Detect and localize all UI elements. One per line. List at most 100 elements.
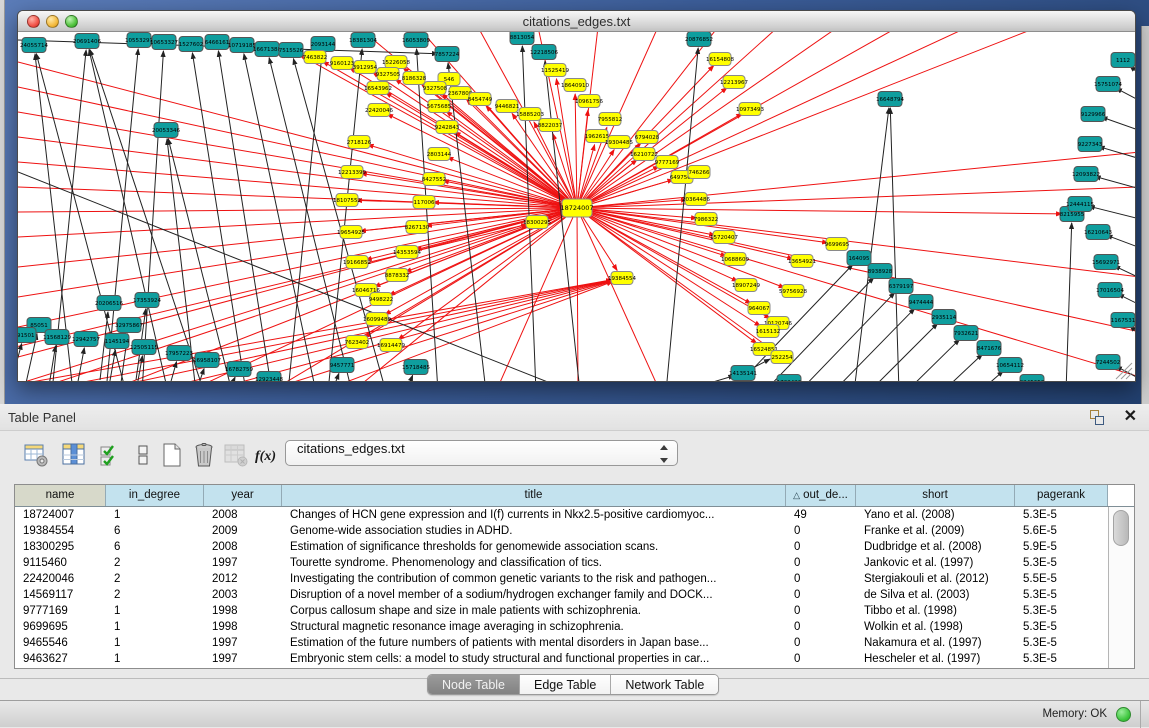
graph-node[interactable]: 16210643	[1084, 225, 1112, 240]
graph-node[interactable]: 2935114	[932, 310, 957, 325]
graph-node[interactable]: 12444115	[1066, 197, 1094, 212]
table-row[interactable]: 946362711997Embryonic stem cells: a mode…	[15, 651, 1134, 667]
table-row[interactable]: 977716911998Corpus callosum shape and si…	[15, 603, 1134, 619]
graph-node[interactable]: 12505115	[130, 340, 158, 355]
graph-node[interactable]: 19166852	[343, 256, 371, 269]
graph-node[interactable]: 164095	[847, 251, 871, 266]
graph-node[interactable]: 8454749	[468, 93, 493, 106]
delete-table-icon[interactable]	[190, 441, 218, 469]
graph-node[interactable]: 20876852	[685, 32, 713, 47]
graph-node[interactable]: 16648794	[876, 92, 904, 107]
graph-node[interactable]: 8427552	[422, 173, 447, 186]
graph-node[interactable]: 16958107	[193, 353, 221, 368]
graph-node[interactable]: 11568129	[43, 330, 71, 345]
graph-node[interactable]: 17016504	[1096, 283, 1124, 298]
graph-node[interactable]: 16099489	[363, 313, 391, 326]
graph-node[interactable]: 19304485	[605, 136, 633, 149]
new-table-icon[interactable]	[158, 441, 186, 469]
graph-node[interactable]: 12923448	[255, 372, 283, 382]
graph-node[interactable]: 9327505	[376, 68, 401, 81]
graph-node[interactable]: 7244502	[1096, 355, 1121, 370]
graph-node[interactable]: 8822037	[538, 119, 563, 132]
table-row[interactable]: 2242004622012Investigating the contribut…	[15, 571, 1134, 587]
select-all-rows-icon[interactable]	[97, 441, 125, 469]
graph-node[interactable]: 7932621	[954, 326, 979, 341]
graph-node[interactable]: 7986322	[694, 213, 719, 226]
graph-node[interactable]: 15718485	[402, 360, 430, 375]
graph-node[interactable]: 19384554	[608, 272, 636, 285]
graph-node[interactable]: 16671388	[253, 42, 281, 57]
graph-node[interactable]: 9160123	[330, 57, 355, 70]
graph-node[interactable]: 16543962	[364, 82, 392, 95]
graph-node[interactable]: 9242843	[435, 121, 460, 134]
graph-node[interactable]: 9245652	[1020, 375, 1045, 382]
graph-node[interactable]: 9129966	[1081, 107, 1106, 122]
graph-node[interactable]: 10653327	[150, 35, 178, 50]
graph-node[interactable]: 7463822	[303, 51, 328, 64]
graph-node[interactable]: 6466161	[205, 35, 230, 50]
graph-node[interactable]: 9446821	[495, 100, 520, 113]
graph-node[interactable]: 16154808	[706, 53, 734, 66]
graph-node[interactable]: 9327508	[423, 82, 448, 95]
graph-node[interactable]: 18381304	[349, 33, 377, 48]
graph-node[interactable]: 18640910	[561, 79, 589, 92]
graph-node[interactable]: 991501	[18, 328, 36, 343]
table-selector-dropdown[interactable]: citations_edges.txt	[285, 440, 678, 466]
graph-node[interactable]: 20364486	[682, 193, 710, 206]
table-settings-icon[interactable]	[22, 441, 50, 469]
graph-node[interactable]: 11525419	[541, 64, 569, 77]
graph-node[interactable]: 18300295	[523, 216, 551, 229]
graph-node[interactable]: 20206516	[95, 296, 123, 311]
table-scrollbar[interactable]	[1108, 507, 1134, 668]
table-row[interactable]: 1938455462009Genome-wide association stu…	[15, 523, 1134, 539]
memory-ok-indicator[interactable]	[1116, 707, 1131, 722]
graph-node[interactable]: 8186328	[402, 72, 427, 85]
close-panel-icon[interactable]: ✕	[1124, 407, 1137, 427]
graph-node[interactable]: 8267130	[405, 221, 430, 234]
graph-node[interactable]: 10961756	[575, 95, 603, 108]
column-header-out_de[interactable]: △out_de...	[786, 485, 856, 506]
graph-node[interactable]: 2803144	[427, 148, 452, 161]
graph-node[interactable]: 252254	[771, 351, 793, 364]
tab-node-table[interactable]: Node Table	[428, 675, 520, 694]
graph-node[interactable]: 20691406	[73, 34, 101, 49]
graph-node[interactable]: 10654112	[996, 358, 1024, 373]
graph-node[interactable]: 6794028	[635, 131, 660, 144]
graph-node[interactable]: 10688609	[721, 253, 749, 266]
graph-node[interactable]: 12213967	[720, 76, 748, 89]
graph-node[interactable]: 6379197	[889, 279, 914, 294]
graph-node[interactable]: 1733426	[777, 375, 802, 382]
graph-node[interactable]: 10973493	[736, 103, 764, 116]
graph-node[interactable]: 15720407	[710, 231, 738, 244]
graph-node[interactable]: 9457771	[330, 358, 355, 373]
graph-node[interactable]: 17957223	[165, 346, 193, 361]
graph-node[interactable]: 3912954	[353, 61, 378, 74]
graph-node[interactable]: 7857224	[435, 47, 460, 62]
graph-node[interactable]: 15751074	[1094, 77, 1122, 92]
graph-node[interactable]: 59756928	[779, 285, 807, 298]
function-builder-icon[interactable]: f(x)	[252, 441, 280, 469]
graph-node[interactable]: 2718126	[347, 136, 372, 149]
graph-node[interactable]: 20053346	[152, 123, 180, 138]
graph-node[interactable]: 9777169	[655, 156, 680, 169]
tab-edge-table[interactable]: Edge Table	[520, 675, 611, 694]
column-header-title[interactable]: title	[282, 485, 786, 506]
graph-node[interactable]: 2093144	[311, 37, 336, 52]
graph-node[interactable]: 964067	[748, 302, 770, 315]
graph-node[interactable]: 19654925	[337, 226, 365, 239]
graph-node[interactable]: 9699695	[825, 238, 850, 251]
graph-node[interactable]: 7955812	[598, 113, 623, 126]
graph-node[interactable]: 18107552	[333, 194, 361, 207]
graph-node[interactable]: 13654921	[788, 255, 816, 268]
graph-node[interactable]: 15226058	[382, 56, 410, 69]
network-canvas[interactable]: 2405571420691406105532971065332715276026…	[18, 32, 1135, 381]
graph-node[interactable]: 7623402	[345, 336, 370, 349]
graph-node[interactable]: 12093822	[1072, 167, 1100, 182]
graph-node[interactable]: 32975867	[115, 318, 143, 333]
table-row[interactable]: 911546021997Tourette syndrome. Phenomeno…	[15, 555, 1134, 571]
table-scrollbar-thumb[interactable]	[1113, 510, 1129, 546]
graph-node[interactable]: 16210722	[630, 148, 658, 161]
graph-node[interactable]: 9474444	[909, 295, 934, 310]
graph-node[interactable]: 16782759	[225, 362, 253, 377]
unselect-rows-icon[interactable]	[129, 441, 157, 469]
